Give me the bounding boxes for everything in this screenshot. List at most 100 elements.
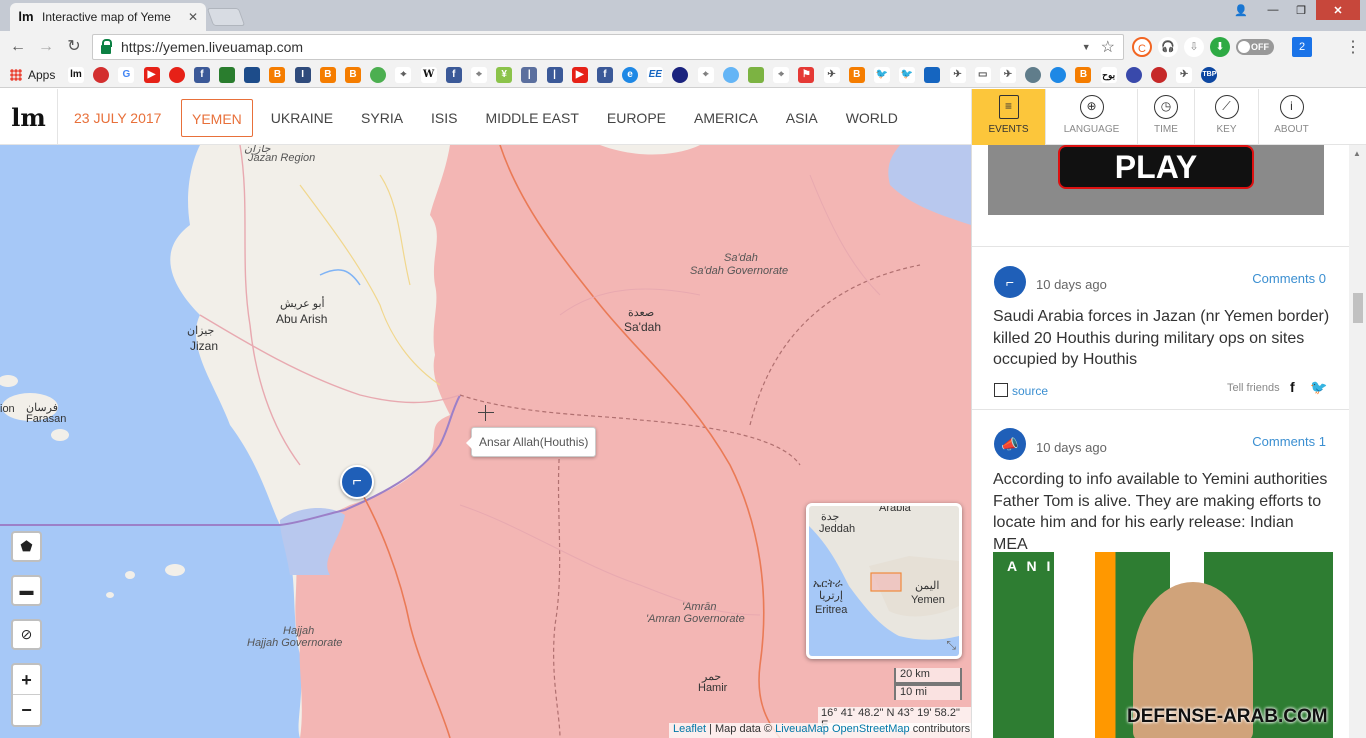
browser-menu-icon[interactable]: ⋮ xyxy=(1345,37,1361,57)
back-arrow-icon[interactable]: ← xyxy=(8,37,28,57)
liveuamap-link[interactable]: LiveuaMap xyxy=(775,723,829,735)
bookmark-gray-icon[interactable] xyxy=(1025,67,1042,83)
browser-tab[interactable]: lm Interactive map of Yeme ✕ xyxy=(10,3,206,31)
bookmark-blogger3-icon[interactable]: B xyxy=(345,67,362,83)
bookmark-globe2-icon[interactable] xyxy=(1125,67,1142,83)
overview-minimap[interactable]: Arabia جدة Jeddah ኤርትራ إرتريا Eritrea ال… xyxy=(806,503,962,659)
bookmark-google-icon[interactable]: G xyxy=(118,67,135,83)
bookmark-monitor-icon[interactable]: ▭ xyxy=(974,67,991,83)
video-thumbnail[interactable]: PLAY xyxy=(988,145,1324,215)
event-text[interactable]: According to info available to Yemini au… xyxy=(993,469,1331,555)
bookmark-wikipedia-icon[interactable]: W xyxy=(420,67,437,83)
minimap-toggle-icon[interactable]: ⤡ xyxy=(946,638,956,653)
about-button[interactable]: i ABOUT xyxy=(1258,89,1324,145)
bookmark-youtube2-icon[interactable]: ▶ xyxy=(571,67,588,83)
bookmark-maps2-icon[interactable]: ⌖ xyxy=(395,67,412,83)
minimize-button[interactable]: — xyxy=(1260,0,1286,20)
nav-europe[interactable]: EUROPE xyxy=(597,99,676,137)
osm-link[interactable]: OpenStreetMap xyxy=(832,723,910,735)
nav-ukraine[interactable]: UKRAINE xyxy=(261,99,343,137)
forward-arrow-icon[interactable]: → xyxy=(36,37,56,57)
bookmark-plane4-icon[interactable]: ✈ xyxy=(1176,67,1193,83)
apps-shortcut[interactable]: Apps xyxy=(10,68,55,82)
key-button[interactable]: ⟋ KEY xyxy=(1194,89,1258,145)
bookmark-facebook-icon[interactable]: f xyxy=(193,67,210,83)
extension-c-icon[interactable]: C xyxy=(1132,37,1152,57)
bookmark-star-flag-icon[interactable] xyxy=(924,67,941,83)
download-arrow-icon[interactable]: ⬇ xyxy=(1210,37,1230,57)
scrollbar-thumb[interactable] xyxy=(1353,293,1363,323)
measure-button[interactable]: ▬ xyxy=(11,575,42,606)
bookmark-navy-icon[interactable] xyxy=(672,67,689,83)
reload-icon[interactable]: ↻ xyxy=(64,37,84,57)
bookmark-ee-icon[interactable]: EE xyxy=(647,67,664,83)
bookmark-lightblue-icon[interactable] xyxy=(722,67,739,83)
extension-toggle[interactable]: OFF xyxy=(1236,39,1274,55)
hide-layer-button[interactable]: ⊘ xyxy=(11,619,42,650)
bookmark-bars2-icon[interactable]: | xyxy=(546,67,563,83)
bookmark-maps4-icon[interactable]: ⌖ xyxy=(697,67,714,83)
nav-world[interactable]: WORLD xyxy=(836,99,908,137)
event-text[interactable]: Saudi Arabia forces in Jazan (nr Yemen b… xyxy=(993,306,1331,371)
language-button[interactable]: ⊕ LANGUAGE xyxy=(1045,89,1137,145)
bookmark-location-icon[interactable]: ⚑ xyxy=(798,67,815,83)
bookmark-blue-circle-icon[interactable] xyxy=(1050,67,1067,83)
bookmark-facebook2-icon[interactable]: f xyxy=(445,67,462,83)
maximize-button[interactable]: ❐ xyxy=(1288,0,1314,20)
bookmark-facebook3-icon[interactable]: f xyxy=(596,67,613,83)
nav-middle-east[interactable]: MIDDLE EAST xyxy=(476,99,589,137)
event-comments-link[interactable]: Comments 1 xyxy=(1252,434,1326,449)
play-button[interactable]: PLAY xyxy=(1058,145,1254,189)
headphones-icon[interactable]: 🎧 xyxy=(1158,37,1178,57)
bookmark-pin-icon[interactable] xyxy=(748,67,765,83)
liveuamap-logo[interactable]: lm xyxy=(0,89,58,145)
bookmark-plane3-icon[interactable]: ✈ xyxy=(999,67,1016,83)
bookmark-tbp-icon[interactable]: TBP xyxy=(1201,67,1218,83)
extension-badge-icon[interactable]: 2 xyxy=(1292,37,1312,57)
bookmark-blogger5-icon[interactable]: B xyxy=(1075,67,1092,83)
nav-yemen[interactable]: YEMEN xyxy=(181,99,253,137)
nav-asia[interactable]: ASIA xyxy=(776,99,828,137)
bookmark-green-icon[interactable]: ¥ xyxy=(496,67,513,83)
user-icon[interactable]: 👤 xyxy=(1228,0,1254,20)
event-source-link[interactable]: source xyxy=(994,381,1048,398)
events-button[interactable]: ≡ EVENTS xyxy=(971,89,1045,145)
bookmark-globe-icon[interactable]: e xyxy=(622,67,639,83)
download-tray-icon[interactable]: ⇩ xyxy=(1184,37,1204,57)
zoom-in-button[interactable]: + xyxy=(13,665,40,695)
url-text[interactable]: https://yemen.liveuamap.com xyxy=(121,39,1082,55)
event-comments-link[interactable]: Comments 0 xyxy=(1252,271,1326,286)
address-bar[interactable]: https://yemen.liveuamap.com ▼ ☆ xyxy=(92,34,1124,60)
bookmark-arabic-icon[interactable]: بوح xyxy=(1100,67,1117,83)
dropdown-arrow-icon[interactable]: ▼ xyxy=(1082,42,1091,52)
bookmark-bars-icon[interactable]: | xyxy=(521,67,538,83)
window-close-button[interactable]: ✕ xyxy=(1316,0,1360,20)
scroll-up-icon[interactable]: ▲ xyxy=(1353,149,1361,158)
close-icon[interactable]: ✕ xyxy=(188,10,198,24)
map-canvas[interactable]: جازان Jazan Region أبو عريش Abu Arish جي… xyxy=(0,145,971,738)
bookmark-blogger2-icon[interactable]: B xyxy=(319,67,336,83)
draw-polygon-button[interactable]: ⬟ xyxy=(11,531,42,562)
zoom-out-button[interactable]: − xyxy=(13,695,40,725)
bookmark-isw-icon[interactable]: I xyxy=(294,67,311,83)
bookmark-red-icon[interactable] xyxy=(93,67,110,83)
bookmark-blogger4-icon[interactable]: B xyxy=(848,67,865,83)
bookmark-flag-icon[interactable] xyxy=(219,67,236,83)
bookmark-maps-icon[interactable] xyxy=(370,67,387,83)
bookmark-twitter2-icon[interactable]: 🐦 xyxy=(899,67,916,83)
bookmark-blogger-icon[interactable]: B xyxy=(269,67,286,83)
feed-scrollbar[interactable]: ▲ xyxy=(1349,145,1366,738)
bookmark-youtube-icon[interactable]: ▶ xyxy=(143,67,160,83)
facebook-share-icon[interactable]: f xyxy=(1290,379,1295,395)
bookmark-red2-icon[interactable] xyxy=(168,67,185,83)
bookmark-red3-icon[interactable] xyxy=(1151,67,1168,83)
bookmark-plane2-icon[interactable]: ✈ xyxy=(949,67,966,83)
bookmark-blue-icon[interactable] xyxy=(244,67,261,83)
bookmark-liveuamap-icon[interactable]: lm xyxy=(67,67,84,83)
time-button[interactable]: ◷ TIME xyxy=(1137,89,1194,145)
nav-america[interactable]: AMERICA xyxy=(684,99,768,137)
bookmark-plane-icon[interactable]: ✈ xyxy=(823,67,840,83)
nav-isis[interactable]: ISIS xyxy=(421,99,467,137)
leaflet-link[interactable]: Leaflet xyxy=(673,723,706,735)
bookmark-twitter-icon[interactable]: 🐦 xyxy=(873,67,890,83)
